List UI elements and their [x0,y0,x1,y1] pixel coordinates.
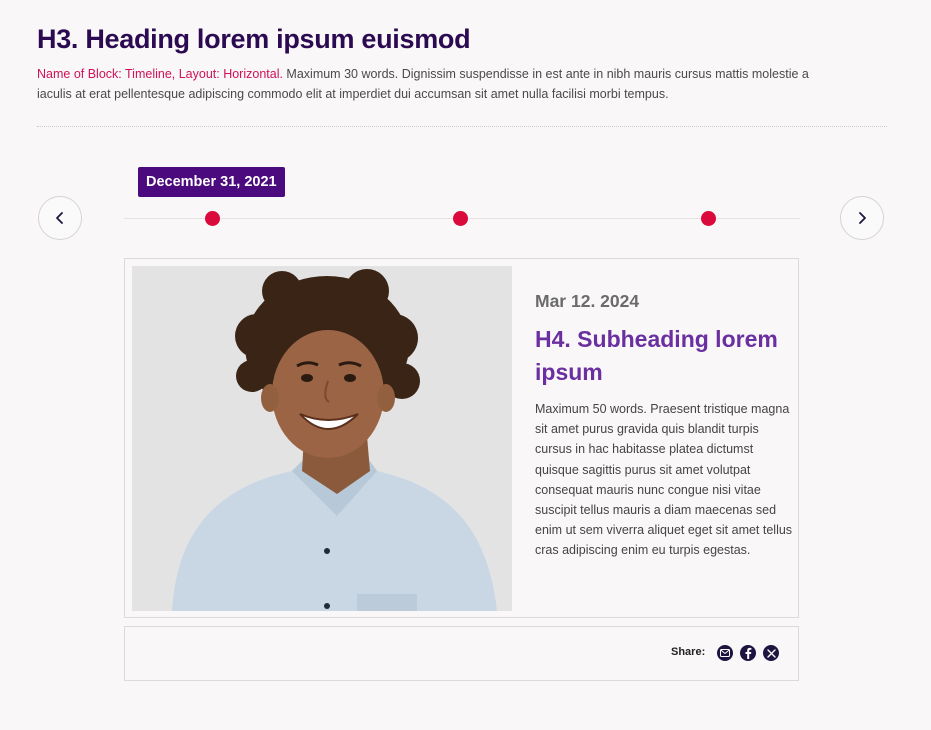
share-label: Share: [671,646,706,658]
facebook-icon[interactable] [740,645,756,661]
timeline-dot[interactable] [701,211,716,226]
intro-paragraph: Name of Block: Timeline, Layout: Horizon… [37,64,817,104]
next-button[interactable] [840,196,884,240]
timeline-dot[interactable] [205,211,220,226]
share-bar: Share: [124,626,799,681]
section-divider [37,126,887,127]
person-illustration [132,266,512,611]
card-body-text: Maximum 50 words. Praesent tristique mag… [535,402,793,558]
timeline-card: Mar 12. 2024 H4. Subheading lorem ipsum … [124,258,799,618]
chevron-right-icon [859,212,866,224]
card-date: Mar 12. 2024 [535,291,640,311]
block-meta-label: Name of Block: Timeline, Layout: Horizon… [37,67,283,81]
prev-button[interactable] [38,196,82,240]
email-icon[interactable] [717,645,733,661]
person-photo [132,266,512,611]
page-title: H3. Heading lorem ipsum euismod [37,24,471,54]
x-icon[interactable] [763,645,779,661]
chevron-left-icon [56,212,63,224]
timeline-dot[interactable] [453,211,468,226]
timeline-active-date[interactable]: December 31, 2021 [138,167,285,197]
card-subheading: H4. Subheading lorem ipsum [535,326,778,385]
